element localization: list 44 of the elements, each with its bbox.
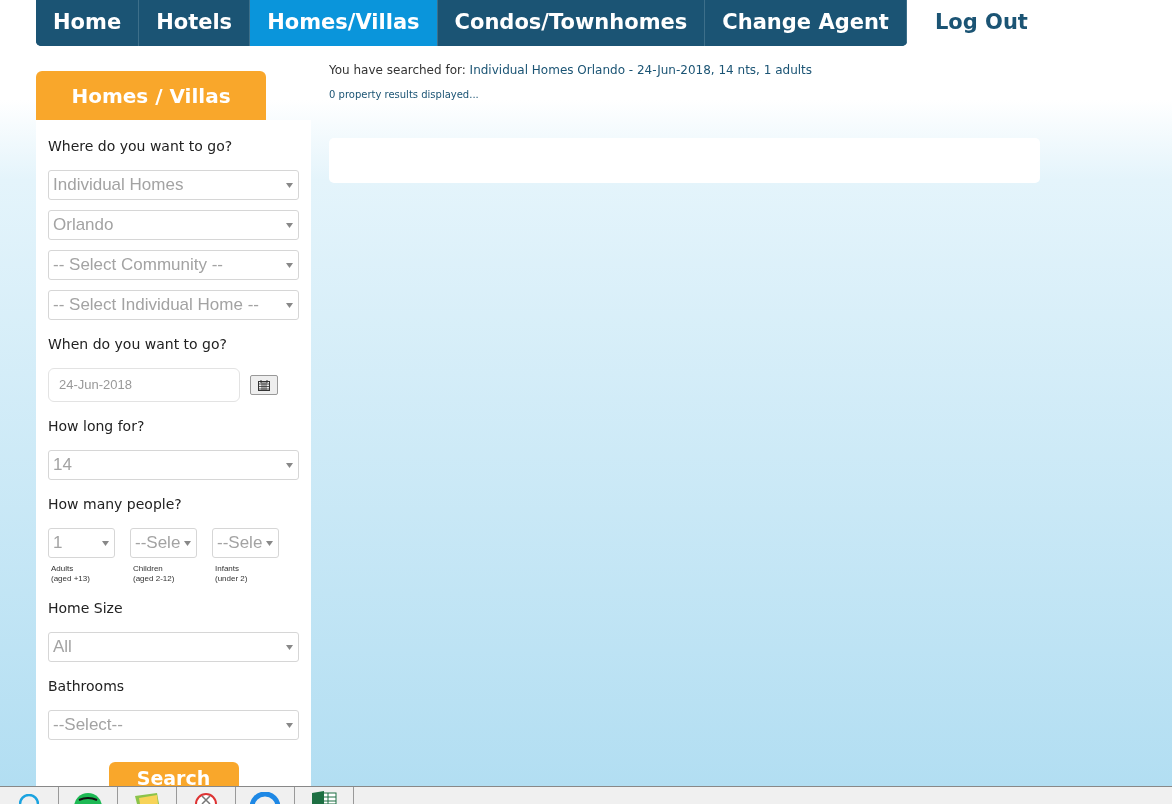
field-label: Home Size xyxy=(48,600,124,617)
caret-icon xyxy=(286,262,293,268)
nav-tab[interactable]: Homes/Villas xyxy=(250,0,438,46)
blocked-icon[interactable] xyxy=(194,792,218,804)
caret-icon xyxy=(286,644,293,650)
browser-icon[interactable] xyxy=(250,792,280,804)
search-summary: You have searched for: Individual Homes Orlando - 24-Jun-2018, 14 nts, 1 adults xyxy=(329,62,814,79)
date-field[interactable]: 24-Jun-2018 xyxy=(48,368,240,402)
dropdown[interactable]: Orlando xyxy=(48,210,299,240)
caret-icon xyxy=(286,182,293,188)
dropdown[interactable]: Individual Homes xyxy=(48,170,299,200)
field-label: Where do you want to go? xyxy=(48,138,234,155)
music-app-icon[interactable] xyxy=(73,792,103,804)
chat-app-icon[interactable] xyxy=(19,794,39,804)
dropdown[interactable]: -- Select Individual Home -- xyxy=(48,290,299,320)
dropdown[interactable]: 1 xyxy=(48,528,115,558)
spreadsheet-app-icon[interactable] xyxy=(309,790,339,804)
field-label: Bathrooms xyxy=(48,678,126,695)
nav-tab[interactable]: Home xyxy=(36,0,140,46)
field-caption: Children (aged 2-12) xyxy=(132,564,176,584)
results-count: 0 property results displayed... xyxy=(329,88,480,102)
calendar-button[interactable] xyxy=(250,375,278,395)
caret-icon xyxy=(286,222,293,228)
dropdown[interactable]: --Sele xyxy=(130,528,197,558)
caret-icon xyxy=(286,722,293,728)
caret-icon xyxy=(266,540,273,546)
dropdown[interactable]: 14 xyxy=(48,450,299,480)
dropdown[interactable]: -- Select Community -- xyxy=(48,250,299,280)
dropdown[interactable]: --Sele xyxy=(212,528,279,558)
field-label: How many people? xyxy=(48,496,183,513)
caret-icon xyxy=(184,540,191,546)
caret-icon xyxy=(102,540,109,546)
field-caption: Adults (aged +13) xyxy=(50,564,91,584)
caret-icon xyxy=(286,302,293,308)
field-label: How long for? xyxy=(48,418,146,435)
caret-icon xyxy=(286,462,293,468)
logout-link[interactable]: Log Out xyxy=(934,7,1028,39)
dropdown[interactable]: --Select-- xyxy=(48,710,299,740)
dropdown[interactable]: All xyxy=(48,632,299,662)
calendar-icon xyxy=(258,379,270,391)
field-label: When do you want to go? xyxy=(48,336,228,353)
field-caption: Infants (under 2) xyxy=(214,564,249,584)
search-button[interactable]: Search xyxy=(108,762,239,786)
sidebar-header: Homes / Villas xyxy=(36,71,266,120)
